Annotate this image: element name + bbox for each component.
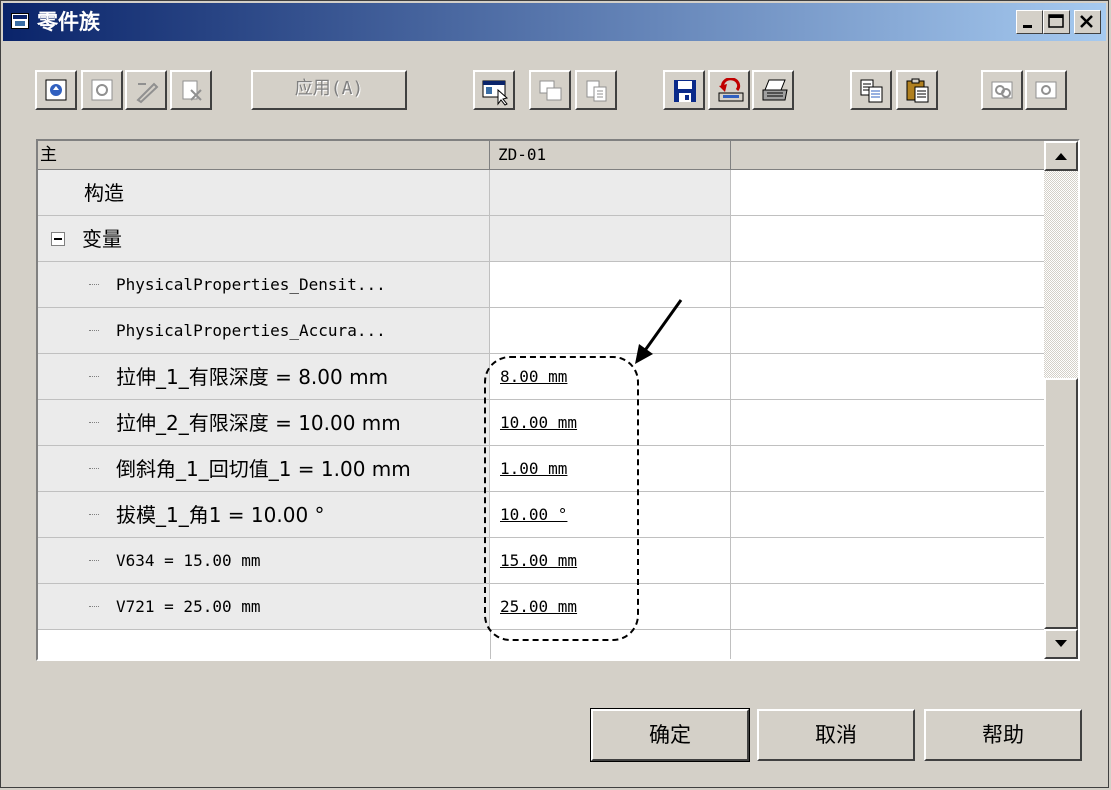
row-label: PhysicalProperties_Densit... [38,262,490,308]
paste-icon[interactable] [896,70,938,110]
row-label: 拉伸_2_有限深度 = 10.00 mm [38,400,490,446]
highlight-annotation [484,356,639,641]
edit-member-icon[interactable] [81,70,123,110]
column-divider [730,630,731,659]
variable-name: 拉伸_2_有限深度 = 10.00 mm [116,411,401,435]
variable-name: 拔模_1_角1 = 10.00 ° [116,503,325,527]
row-label: 构造 [38,170,490,216]
tree-branch [89,284,99,285]
cancel-button[interactable]: 取消 [757,709,915,761]
tree-branch [89,422,99,423]
row-value[interactable] [490,262,731,308]
copy-member-icon[interactable] [529,70,571,110]
extract-icon[interactable] [981,70,1023,110]
table-row[interactable]: PhysicalProperties_Densit... [38,262,1046,308]
scroll-down-button[interactable] [1044,629,1078,659]
table-row[interactable]: 变量 [38,216,1046,262]
table-row[interactable]: PhysicalProperties_Accura... [38,308,1046,354]
row-value[interactable] [490,170,731,216]
tree-branch [89,560,99,561]
row-label: V721 = 25.00 mm [38,584,490,630]
close-button[interactable] [1074,10,1101,34]
row-value[interactable] [490,216,731,262]
copy-icon[interactable] [850,70,892,110]
empty-cell [731,584,1046,630]
rename-member-icon[interactable] [125,70,167,110]
window-title: 零件族 [37,10,100,34]
help-button[interactable]: 帮助 [924,709,1082,761]
variable-name: 倒斜角_1_回切值_1 = 1.00 mm [116,457,411,481]
row-label: 变量 [38,216,490,262]
paste-member-icon[interactable] [575,70,617,110]
tree-branch [89,606,99,607]
group-label: 变量 [82,227,122,251]
tree-branch [89,376,99,377]
column-header-main[interactable]: 主 [38,141,490,170]
row-label: 倒斜角_1_回切值_1 = 1.00 mm [38,446,490,492]
column-divider [490,630,491,659]
empty-cell [731,400,1046,446]
empty-cell [731,216,1046,262]
table-row[interactable]: 构造 [38,170,1046,216]
column-header-empty[interactable] [731,141,1046,170]
title-bar[interactable]: 零件族 [3,3,1106,41]
tree-branch [89,330,99,331]
undo-icon[interactable] [708,70,750,110]
tree-branch [89,468,99,469]
row-label: V634 = 15.00 mm [38,538,490,584]
empty-cell [731,262,1046,308]
empty-cell [731,492,1046,538]
apply-button[interactable]: 应用(A) [251,70,407,110]
toolbar: 应用(A) [1,66,1111,116]
row-label: 拔模_1_角1 = 10.00 ° [38,492,490,538]
app-icon [11,13,29,29]
empty-cell [731,354,1046,400]
maximize-button[interactable] [1043,10,1070,34]
save-icon[interactable] [663,70,705,110]
part-family-dialog: 零件族 应用(A) 主 ZD-01 构造 变量 PhysicalProperti… [0,0,1109,788]
variable-name: V721 = 25.00 mm [116,597,261,616]
select-column-icon[interactable] [473,70,515,110]
vertical-scrollbar[interactable] [1044,141,1078,659]
row-label: 拉伸_1_有限深度 = 8.00 mm [38,354,490,400]
empty-cell [731,170,1046,216]
options-icon[interactable] [1025,70,1067,110]
scroll-thumb[interactable] [1044,378,1078,629]
row-value[interactable] [490,308,731,354]
scroll-track[interactable] [1044,171,1078,378]
ok-button[interactable]: 确定 [590,708,750,762]
arrow-annotation [635,299,683,364]
empty-cell [731,446,1046,492]
print-icon[interactable] [752,70,794,110]
tree-branch [89,514,99,515]
column-header-member[interactable]: ZD-01 [490,141,731,170]
minimize-button[interactable] [1016,10,1043,34]
row-label: PhysicalProperties_Accura... [38,308,490,354]
variable-name: PhysicalProperties_Accura... [116,321,386,340]
empty-cell [731,308,1046,354]
delete-member-icon[interactable] [170,70,212,110]
scroll-up-button[interactable] [1044,141,1078,171]
empty-cell [731,538,1046,584]
variable-name: V634 = 15.00 mm [116,551,261,570]
variable-name: 拉伸_1_有限深度 = 8.00 mm [116,365,389,389]
variable-name: PhysicalProperties_Densit... [116,275,386,294]
new-member-icon[interactable] [35,70,77,110]
collapse-icon[interactable] [51,232,65,246]
